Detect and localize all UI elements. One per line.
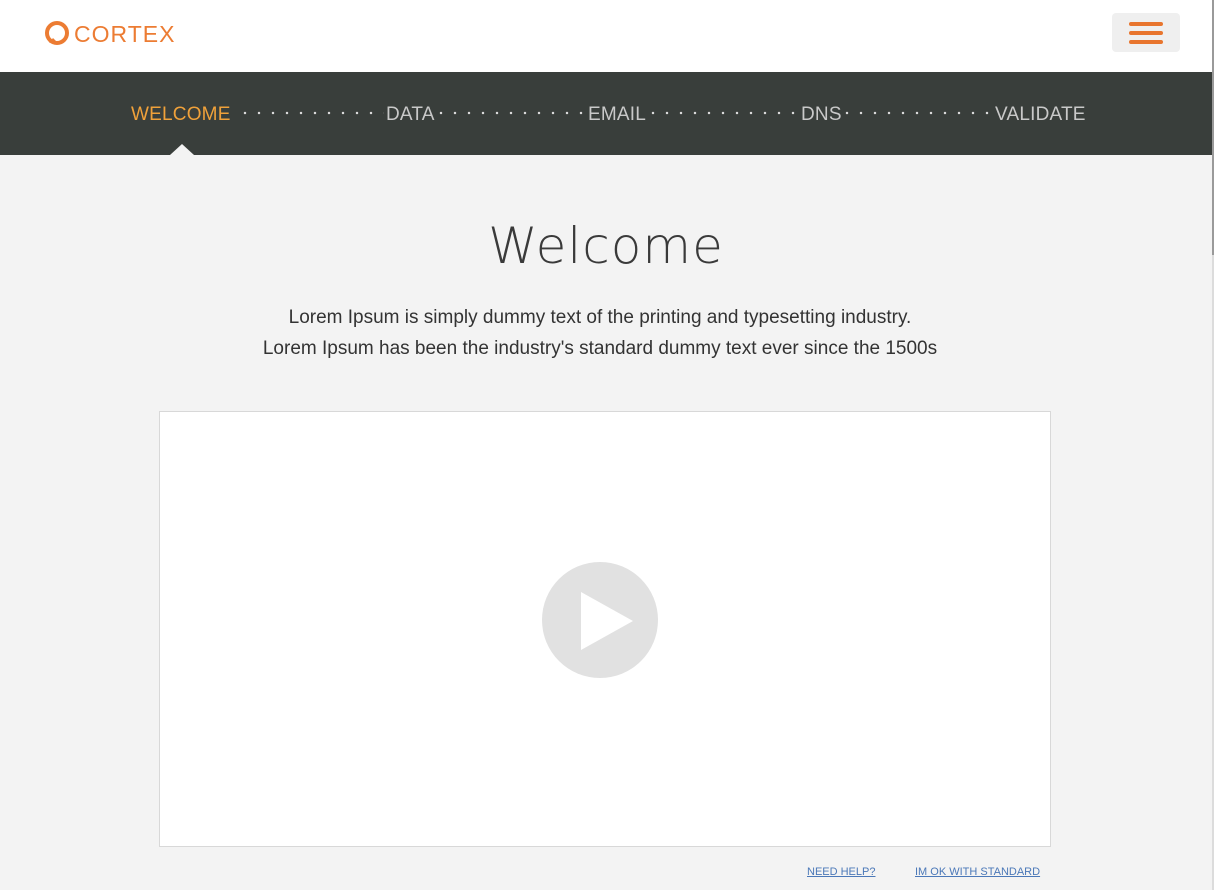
page-title: Welcome (488, 217, 724, 275)
active-step-pointer (170, 144, 194, 155)
step-welcome[interactable]: WELCOME (131, 104, 231, 126)
steps-progress-bar: WELCOME DATA EMAIL DNS VALIDATE (0, 72, 1212, 155)
step-connector-dots (840, 111, 992, 115)
top-header: CORTEX (0, 0, 1212, 72)
intro-text-line-2: Lorem Ipsum has been the industry's stan… (262, 338, 938, 359)
hamburger-menu-icon-bar-3 (1129, 39, 1163, 44)
step-connector-dots (238, 111, 384, 115)
intro-text-line-1: Lorem Ipsum is simply dummy text of the … (288, 307, 912, 328)
step-dns[interactable]: DNS (801, 104, 842, 126)
step-validate[interactable]: VALIDATE (995, 104, 1086, 126)
speech-bubble-logo-icon (45, 21, 69, 45)
ok-with-standard-link[interactable]: IM OK WITH STANDARD (915, 865, 1040, 879)
play-icon (581, 592, 633, 650)
cortex-logo[interactable]: CORTEX (44, 20, 175, 48)
menu-button[interactable] (1112, 13, 1180, 52)
step-email[interactable]: EMAIL (588, 104, 646, 126)
step-connector-dots (434, 111, 586, 115)
brand-name: CORTEX (74, 21, 176, 47)
need-help-link[interactable]: NEED HELP? (807, 865, 875, 879)
hamburger-menu-icon (1129, 21, 1163, 26)
hamburger-menu-icon-bar-2 (1129, 30, 1163, 35)
step-connector-dots (646, 111, 798, 115)
step-data[interactable]: DATA (386, 104, 435, 126)
